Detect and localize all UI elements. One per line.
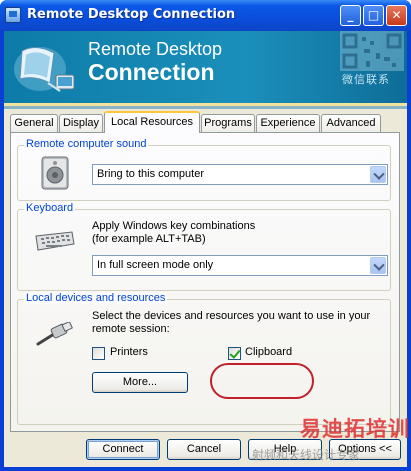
clipboard-checkbox[interactable] <box>228 347 241 360</box>
chevron-down-icon[interactable] <box>370 257 386 274</box>
rdc-window: Remote Desktop Connection _ □ ✕ Remote D… <box>0 0 411 471</box>
more-button[interactable]: More... <box>92 372 188 393</box>
speaker-icon <box>41 156 69 190</box>
watermark-brand: 易迪拓培训 <box>300 417 410 441</box>
banner-title-line1: Remote Desktop <box>88 39 223 59</box>
remote-sound-selected-value: Bring to this computer <box>97 168 204 180</box>
keyboard-group: Keyboard Apply Windows key combinations … <box>17 202 391 291</box>
printers-checkbox[interactable] <box>92 347 105 360</box>
keyboard-description-line2: (for example ALT+TAB) <box>92 233 206 245</box>
local-devices-description-line1: Select the devices and resources you wan… <box>92 310 371 322</box>
clipboard-highlight-annotation <box>210 363 314 399</box>
chevron-down-icon[interactable] <box>370 166 386 183</box>
watermark-tagline: 射频和天线设计专家 <box>252 448 361 462</box>
remote-sound-group-title: Remote computer sound <box>24 138 149 150</box>
maximize-button[interactable]: □ <box>363 5 384 26</box>
dialog-client-area: Remote Desktop Connection 微信联系 General D… <box>4 31 407 467</box>
close-button[interactable]: ✕ <box>386 5 407 26</box>
tab-experience[interactable]: Experience <box>256 114 320 133</box>
banner-divider-lower <box>4 106 407 109</box>
banner-title-line2: Connection <box>88 59 215 85</box>
title-bar[interactable]: Remote Desktop Connection _ □ ✕ <box>0 0 411 31</box>
remote-desktop-app-icon <box>5 7 21 23</box>
keyboard-group-title: Keyboard <box>24 202 76 214</box>
header-banner: Remote Desktop Connection 微信联系 <box>4 31 407 103</box>
tab-programs[interactable]: Programs <box>201 114 255 133</box>
keyboard-description-line1: Apply Windows key combinations <box>92 220 256 232</box>
local-devices-group-title: Local devices and resources <box>24 292 168 304</box>
tab-display[interactable]: Display <box>59 114 103 133</box>
usb-plug-icon <box>36 322 73 346</box>
connect-button[interactable]: Connect <box>86 439 160 460</box>
tab-advanced[interactable]: Advanced <box>321 114 381 133</box>
minimize-button[interactable]: _ <box>340 5 361 26</box>
local-devices-description-line2: remote session: <box>92 323 170 335</box>
tab-local-resources[interactable]: Local Resources <box>104 111 200 133</box>
remote-sound-group: Remote computer sound Bring to this comp… <box>17 138 391 201</box>
banner-watermark-text: 微信联系 <box>342 73 390 86</box>
printers-label[interactable]: Printers <box>110 346 148 358</box>
local-devices-group: Local devices and resources Select the d… <box>17 292 391 425</box>
window-title: Remote Desktop Connection <box>27 7 236 22</box>
remote-desktop-logo-icon <box>14 47 75 92</box>
tab-general[interactable]: General <box>10 114 58 133</box>
remote-sound-select[interactable]: Bring to this computer <box>92 164 388 185</box>
keyboard-selected-value: In full screen mode only <box>97 259 214 271</box>
local-resources-panel: Remote computer sound Bring to this comp… <box>10 132 400 432</box>
clipboard-label[interactable]: Clipboard <box>245 346 292 358</box>
cancel-button[interactable]: Cancel <box>167 439 241 460</box>
keyboard-mode-select[interactable]: In full screen mode only <box>92 255 388 276</box>
keyboard-icon <box>35 231 75 251</box>
